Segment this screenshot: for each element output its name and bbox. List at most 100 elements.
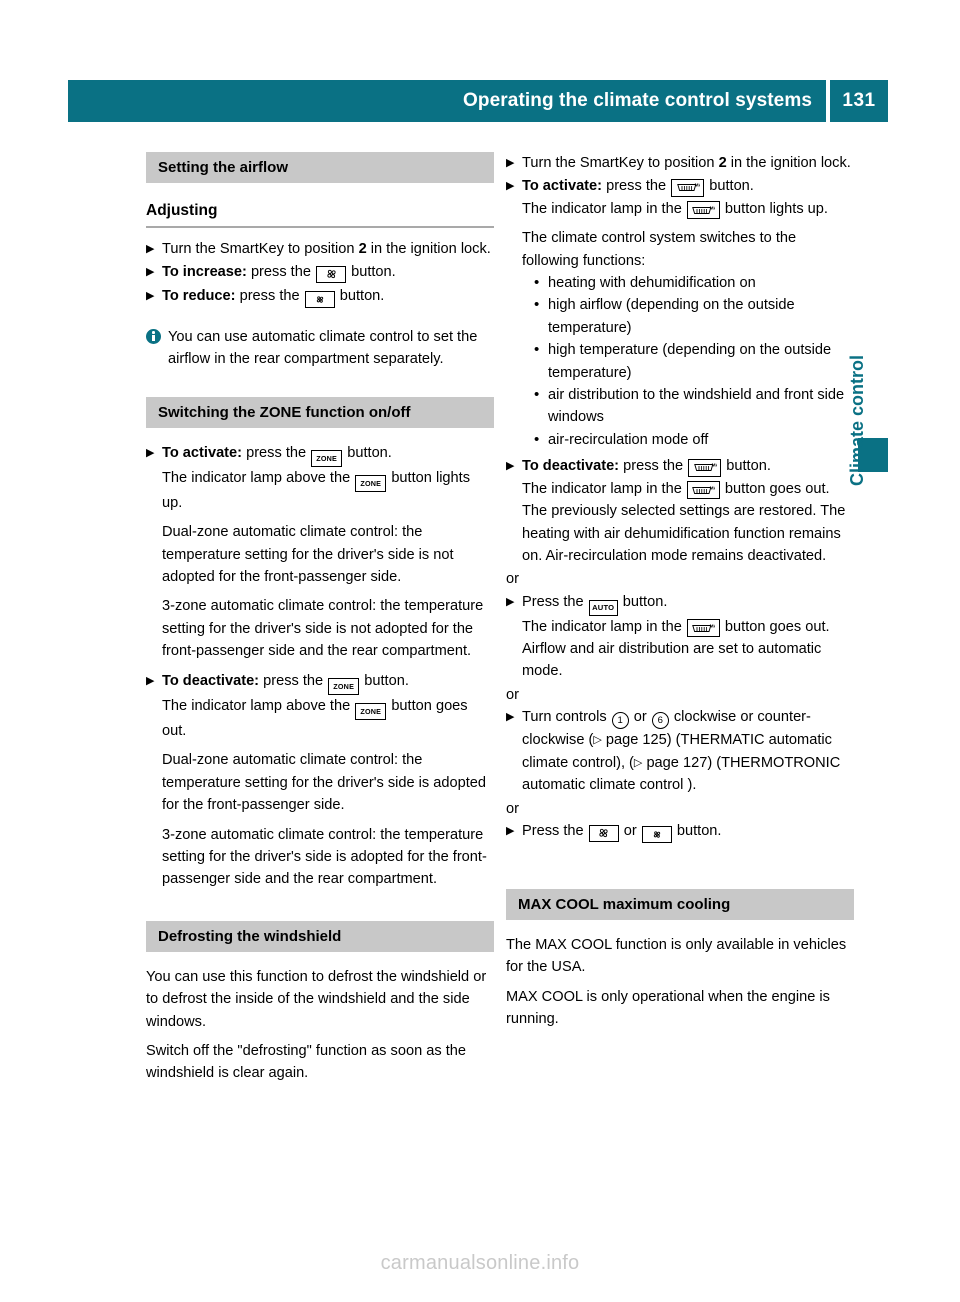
defrost-max-button-icon[interactable]: MAX xyxy=(686,619,720,638)
defrosting-paragraph-1: You can use this function to defrost the… xyxy=(146,968,487,1030)
bullet-icon: • xyxy=(534,296,540,314)
section-heading-max-cool: MAX COOL maximum cooling xyxy=(506,889,854,921)
page-reference-127[interactable]: page 127 xyxy=(642,755,707,771)
step-text: To activate: press the MAX button. The i… xyxy=(522,175,854,451)
step-text-after: button. xyxy=(618,593,668,610)
zone-button-label: ZONE xyxy=(333,681,355,691)
step-detail-line: The indicator lamp in the MAX button goe… xyxy=(522,616,854,683)
step-text-after: button. xyxy=(343,444,392,461)
detail-text-a: The indicator lamp in the xyxy=(522,200,686,217)
zone-button-icon[interactable]: ZONE xyxy=(355,702,387,720)
detail-text-a: The indicator lamp above the xyxy=(162,697,355,714)
page-reference-125[interactable]: page 125 xyxy=(602,732,667,748)
step-text-middle: or xyxy=(619,823,641,840)
step-detail-line: The indicator lamp above the ZONE button… xyxy=(162,695,494,743)
step-text-after: in the ignition lock. xyxy=(726,155,851,171)
step-text-before: press the xyxy=(259,672,328,689)
step-text-before: press the xyxy=(242,444,311,461)
fan-low-icon[interactable] xyxy=(304,290,335,308)
step-text-after: button. xyxy=(360,672,409,689)
defrost-max-button-icon[interactable]: MAX xyxy=(686,481,720,500)
defrost-max-button-icon[interactable]: MAX xyxy=(686,201,720,220)
fan-low-glyph xyxy=(653,831,660,838)
svg-text:MAX: MAX xyxy=(694,183,699,189)
fan-high-glyph xyxy=(599,828,608,838)
step-text: Press the or button. xyxy=(522,820,854,844)
svg-text:MAX: MAX xyxy=(711,463,716,469)
step-zone-activate: ▶ To activate: press the ZONE button. Th… xyxy=(146,442,494,663)
page-number: 131 xyxy=(842,90,876,111)
step-text-after: button. xyxy=(705,178,754,195)
step-text: Press the AUTO button. The indicator lam… xyxy=(522,591,854,683)
right-column: ▶ Turn the SmartKey to position 2 in the… xyxy=(506,152,854,1038)
step-text: To reduce: press the button. xyxy=(162,285,494,308)
fan-high-glyph xyxy=(326,270,336,279)
defrost-max-glyph: MAX xyxy=(692,623,715,632)
step-text: Turn controls 1 or 6 clockwise or counte… xyxy=(522,706,854,796)
step-text: Turn the SmartKey to position 2 in the i… xyxy=(162,238,494,260)
step-turn-controls: ▶ Turn controls 1 or 6 clockwise or coun… xyxy=(506,706,854,796)
control-number-6[interactable]: 6 xyxy=(651,712,669,730)
list-item-label: air-recirculation mode off xyxy=(548,431,709,448)
switches-to-functions-text: The climate control system switches to t… xyxy=(522,230,797,269)
step-text: To increase: press the button. xyxy=(162,261,494,283)
step-bold-value: 2 xyxy=(718,155,727,171)
defrost-max-button-icon[interactable]: MAX xyxy=(688,458,722,477)
defrost-max-button-icon[interactable]: MAX xyxy=(671,178,705,197)
or-connector-2: or xyxy=(506,686,519,703)
step-text-after: button. xyxy=(722,458,771,475)
page-header: Operating the climate control systems 13… xyxy=(68,80,888,122)
zone-button-icon[interactable]: ZONE xyxy=(311,449,343,467)
step-text-before: Press the xyxy=(522,823,588,840)
subheading-adjusting: Adjusting xyxy=(146,201,494,228)
function-list: • heating with dehumidification on • high … xyxy=(522,272,854,451)
detail-text-a: The indicator lamp above the xyxy=(162,469,355,486)
step-text-after: button. xyxy=(347,264,396,281)
step-label-bold: To deactivate: xyxy=(162,672,260,689)
step-text: To deactivate: press the MAX button. The… xyxy=(522,455,854,567)
controls-text-a: Turn controls xyxy=(522,709,611,726)
step-to-reduce: ▶ To reduce: press the button. xyxy=(146,285,494,308)
step-defrost-deactivate: ▶ To deactivate: press the MAX button. T… xyxy=(506,455,854,567)
step-marker-icon: ▶ xyxy=(506,711,515,724)
info-note-text: You can use automatic climate control to… xyxy=(168,328,478,368)
step-smartkey-position: ▶ Turn the SmartKey to position 2 in the… xyxy=(506,152,854,174)
step-label-bold: To activate: xyxy=(522,178,603,195)
defrost-max-glyph: MAX xyxy=(692,485,715,494)
page-title: Operating the climate control systems xyxy=(463,90,812,111)
step-marker-icon: ▶ xyxy=(146,243,155,255)
fan-low-icon[interactable] xyxy=(641,826,672,844)
step-marker-icon: ▶ xyxy=(506,157,515,169)
list-item: • heating with dehumidification on xyxy=(534,272,854,294)
paragraph-3-zone: 3-zone automatic climate control: the te… xyxy=(162,826,487,888)
step-marker-icon: ▶ xyxy=(146,674,155,687)
page-reference-arrow-icon: ▷ xyxy=(593,734,602,747)
step-detail-line: The indicator lamp above the ZONE button… xyxy=(162,467,494,515)
step-text-before: press the xyxy=(246,264,316,281)
auto-button-icon[interactable]: AUTO xyxy=(588,599,618,616)
paragraph-dual-zone: Dual-zone automatic climate control: the… xyxy=(162,524,454,586)
svg-text:MAX: MAX xyxy=(710,623,715,629)
list-item: • high temperature (depending on the outs… xyxy=(534,339,854,384)
step-text-after: in the ignition lock. xyxy=(366,241,491,257)
step-press-fan-buttons: ▶ Press the or button. xyxy=(506,820,854,844)
zone-button-icon[interactable]: ZONE xyxy=(328,677,360,695)
fan-high-icon[interactable] xyxy=(316,265,347,283)
section-heading-setting-airflow: Setting the airflow xyxy=(146,152,494,183)
zone-button-label: ZONE xyxy=(360,478,382,488)
zone-button-label: ZONE xyxy=(360,706,382,716)
step-text-after: button. xyxy=(672,823,722,840)
auto-button-label: AUTO xyxy=(592,602,615,612)
zone-button-icon[interactable]: ZONE xyxy=(355,474,387,492)
fan-low-glyph xyxy=(316,296,323,303)
list-item: • air-recirculation mode off xyxy=(534,429,854,451)
step-label-bold: To reduce: xyxy=(162,287,236,304)
fan-high-icon[interactable] xyxy=(588,824,619,842)
control-number-1[interactable]: 1 xyxy=(611,712,629,730)
or-connector-3: or xyxy=(506,800,519,817)
step-marker-icon: ▶ xyxy=(146,446,155,459)
svg-text:MAX: MAX xyxy=(710,485,715,491)
max-cool-paragraph-2: MAX COOL is only operational when the en… xyxy=(506,988,830,1028)
paragraph-3-zone: 3-zone automatic climate control: the te… xyxy=(162,598,484,660)
step-marker-icon: ▶ xyxy=(506,180,515,193)
